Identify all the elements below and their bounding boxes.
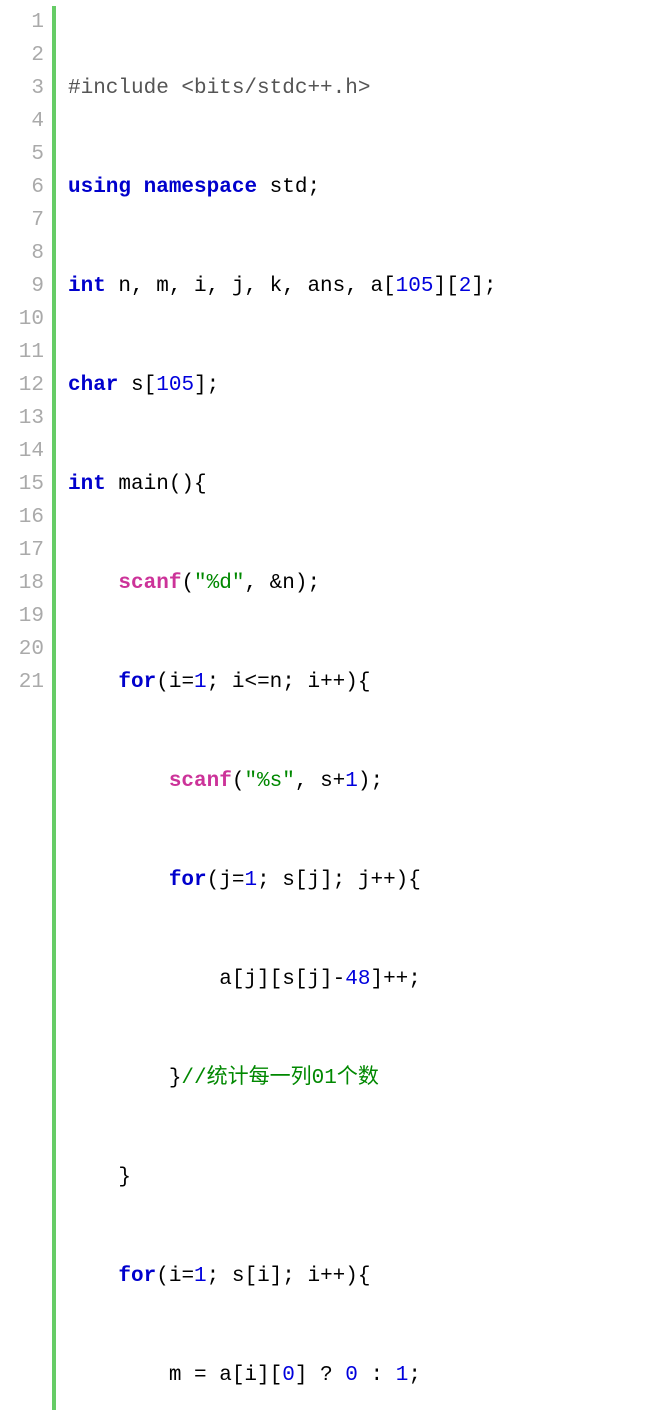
- line-number: 9: [0, 270, 44, 303]
- code-line: for(i=1; s[i]; i++){: [68, 1260, 497, 1293]
- code-line: using namespace std;: [68, 171, 497, 204]
- line-number: 6: [0, 171, 44, 204]
- line-number: 8: [0, 237, 44, 270]
- line-number: 13: [0, 402, 44, 435]
- line-number-gutter: 1 2 3 4 5 6 7 8 9 10 11 12 13 14 15 16 1…: [0, 0, 52, 1410]
- code-line: m = a[i][0] ? 0 : 1;: [68, 1359, 497, 1392]
- code-line: char s[105];: [68, 369, 497, 402]
- line-number: 15: [0, 468, 44, 501]
- line-number: 12: [0, 369, 44, 402]
- line-number: 10: [0, 303, 44, 336]
- line-number: 5: [0, 138, 44, 171]
- line-number: 20: [0, 633, 44, 666]
- code-line: for(j=1; s[j]; j++){: [68, 864, 497, 897]
- line-number: 2: [0, 39, 44, 72]
- line-number: 11: [0, 336, 44, 369]
- line-number: 3: [0, 72, 44, 105]
- line-number: 17: [0, 534, 44, 567]
- code-line: scanf("%d", &n);: [68, 567, 497, 600]
- code-line: }: [68, 1161, 497, 1194]
- code-line: a[j][s[j]-48]++;: [68, 963, 497, 996]
- line-number: 14: [0, 435, 44, 468]
- line-number: 7: [0, 204, 44, 237]
- code-line: int main(){: [68, 468, 497, 501]
- code-line: scanf("%s", s+1);: [68, 765, 497, 798]
- line-number: 19: [0, 600, 44, 633]
- code-line: for(i=1; i<=n; i++){: [68, 666, 497, 699]
- line-number: 18: [0, 567, 44, 600]
- code-line: int n, m, i, j, k, ans, a[105][2];: [68, 270, 497, 303]
- code-line: }//统计每一列01个数: [68, 1062, 497, 1095]
- code-block: 1 2 3 4 5 6 7 8 9 10 11 12 13 14 15 16 1…: [0, 0, 650, 1410]
- code-area: #include <bits/stdc++.h> using namespace…: [56, 0, 497, 1410]
- line-number: 16: [0, 501, 44, 534]
- line-number: 21: [0, 666, 44, 699]
- code-line: #include <bits/stdc++.h>: [68, 72, 497, 105]
- line-number: 1: [0, 6, 44, 39]
- line-number: 4: [0, 105, 44, 138]
